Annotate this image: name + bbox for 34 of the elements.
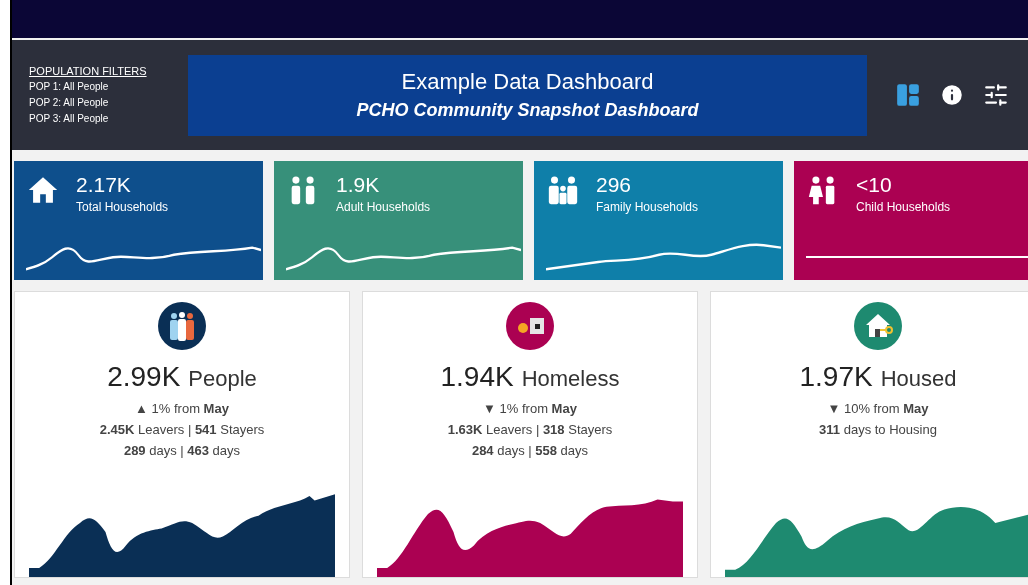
summary-text: 1.63K Leavers | 318 Stayers (447, 421, 613, 439)
summary-text: 2.45K Leavers | 541 Stayers (99, 421, 265, 439)
filter-text: POP 3: All People (29, 112, 110, 126)
filters-heading: POPULATION FILTERS (29, 64, 148, 79)
summary-value: 1.94K (440, 360, 514, 394)
filter-text: POP 2: All People (29, 96, 110, 110)
kpi-label: Family Households (596, 199, 699, 216)
summary-text: ▼ 10% from May (827, 400, 929, 418)
kpi-label: Child Households (856, 199, 951, 216)
filter-text: POP 1: All People (29, 80, 110, 94)
house-with-key-icon (854, 302, 902, 350)
summary-text: ▼ 1% from May (483, 400, 577, 418)
summary-unit: Homeless (521, 365, 620, 393)
summary-text: ▲ 1% from May (135, 400, 229, 418)
kpi-value: 296 (596, 173, 633, 197)
summary-text: 284 days | 558 days (471, 442, 589, 460)
dashboard-title: Example Data Dashboard (401, 68, 654, 96)
summary-text: 311 days to Housing (819, 421, 937, 439)
summary-text: 289 days | 463 days (123, 442, 241, 460)
kpi-label: Total Households (76, 199, 169, 216)
kpi-value: <10 (856, 173, 893, 197)
dashboard-subtitle: PCHO Community Snapshot Dashboard (356, 99, 699, 122)
summary-unit: People (188, 365, 257, 393)
layout-icon[interactable] (895, 82, 921, 108)
settings-icon[interactable] (983, 82, 1009, 108)
kpi-label: Adult Households (336, 199, 431, 216)
people-icon (158, 302, 206, 350)
summary-unit: Housed (880, 365, 957, 393)
info-icon[interactable] (939, 82, 965, 108)
summary-value: 1.97K (799, 360, 873, 394)
summary-value: 2.99K (107, 360, 181, 394)
kpi-value: 1.9K (336, 173, 381, 197)
kpi-value: 2.17K (76, 173, 132, 197)
person-and-box-icon (506, 302, 554, 350)
